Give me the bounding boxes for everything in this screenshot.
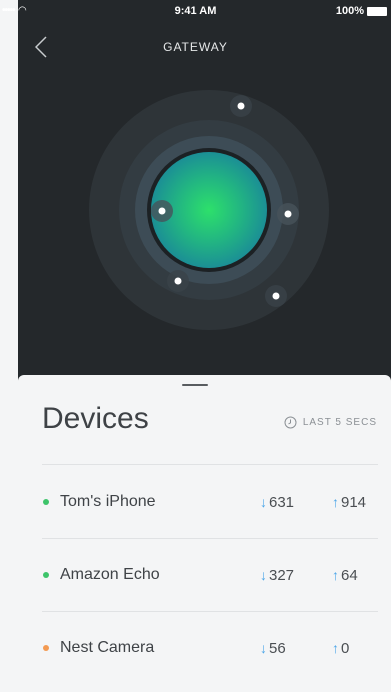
refresh-interval-button[interactable]: LAST 5 SECS bbox=[284, 416, 377, 429]
status-time: 9:41 AM bbox=[174, 5, 217, 17]
device-node[interactable] bbox=[167, 270, 189, 292]
download-rate: ↓ 631 bbox=[260, 494, 294, 511]
status-dot bbox=[43, 645, 49, 651]
arrow-up-icon: ↑ bbox=[332, 640, 339, 656]
gateway-visualization bbox=[89, 90, 329, 330]
device-name: Nest Camera bbox=[60, 639, 155, 656]
battery-percent: 100% bbox=[335, 5, 364, 17]
divider bbox=[42, 538, 378, 539]
arrow-down-icon: ↓ bbox=[260, 494, 267, 510]
device-node[interactable] bbox=[230, 95, 252, 117]
device-node[interactable] bbox=[151, 200, 173, 222]
arrow-down-icon: ↓ bbox=[260, 567, 267, 583]
divider bbox=[42, 464, 378, 465]
upload-rate: ↑ 0 bbox=[332, 640, 349, 657]
device-node[interactable] bbox=[265, 285, 287, 307]
refresh-interval-label: LAST 5 SECS bbox=[302, 417, 377, 428]
download-rate: ↓ 327 bbox=[260, 567, 294, 584]
device-name: Tom's iPhone bbox=[60, 493, 156, 510]
device-node[interactable] bbox=[277, 203, 299, 225]
download-value: 327 bbox=[269, 566, 295, 584]
download-rate: ↓ 56 bbox=[260, 640, 286, 657]
divider bbox=[42, 611, 378, 612]
sheet-drag-handle[interactable] bbox=[182, 384, 208, 386]
status-bar: ••••• ◠ 9:41 AM 100% bbox=[0, 0, 391, 22]
clock-icon bbox=[284, 416, 297, 429]
device-name: Amazon Echo bbox=[60, 566, 160, 583]
upload-rate: ↑ 914 bbox=[332, 494, 366, 511]
page-title: GATEWAY bbox=[163, 40, 228, 54]
battery-indicator: 100% bbox=[336, 5, 387, 17]
arrow-up-icon: ↑ bbox=[332, 567, 339, 583]
arrow-down-icon: ↓ bbox=[260, 640, 267, 656]
upload-rate: ↑ 64 bbox=[332, 567, 358, 584]
devices-heading: Devices bbox=[42, 402, 149, 435]
upload-value: 64 bbox=[341, 566, 358, 584]
gateway-screen: ••••• ◠ 9:41 AM 100% GATEWAY Devices LAST… bbox=[0, 0, 391, 692]
status-dot bbox=[43, 499, 49, 505]
download-value: 56 bbox=[269, 639, 286, 657]
status-dot bbox=[43, 572, 49, 578]
device-row-nest-camera[interactable]: Nest Camera ↓ 56 ↑ 0 bbox=[42, 633, 382, 663]
upload-value: 914 bbox=[341, 493, 367, 511]
upload-value: 0 bbox=[341, 639, 350, 657]
device-row-amazon-echo[interactable]: Amazon Echo ↓ 327 ↑ 64 bbox=[42, 560, 382, 590]
device-row-toms-iphone[interactable]: Tom's iPhone ↓ 631 ↑ 914 bbox=[42, 487, 382, 517]
arrow-up-icon: ↑ bbox=[332, 494, 339, 510]
download-value: 631 bbox=[269, 493, 295, 511]
battery-icon bbox=[367, 6, 387, 16]
